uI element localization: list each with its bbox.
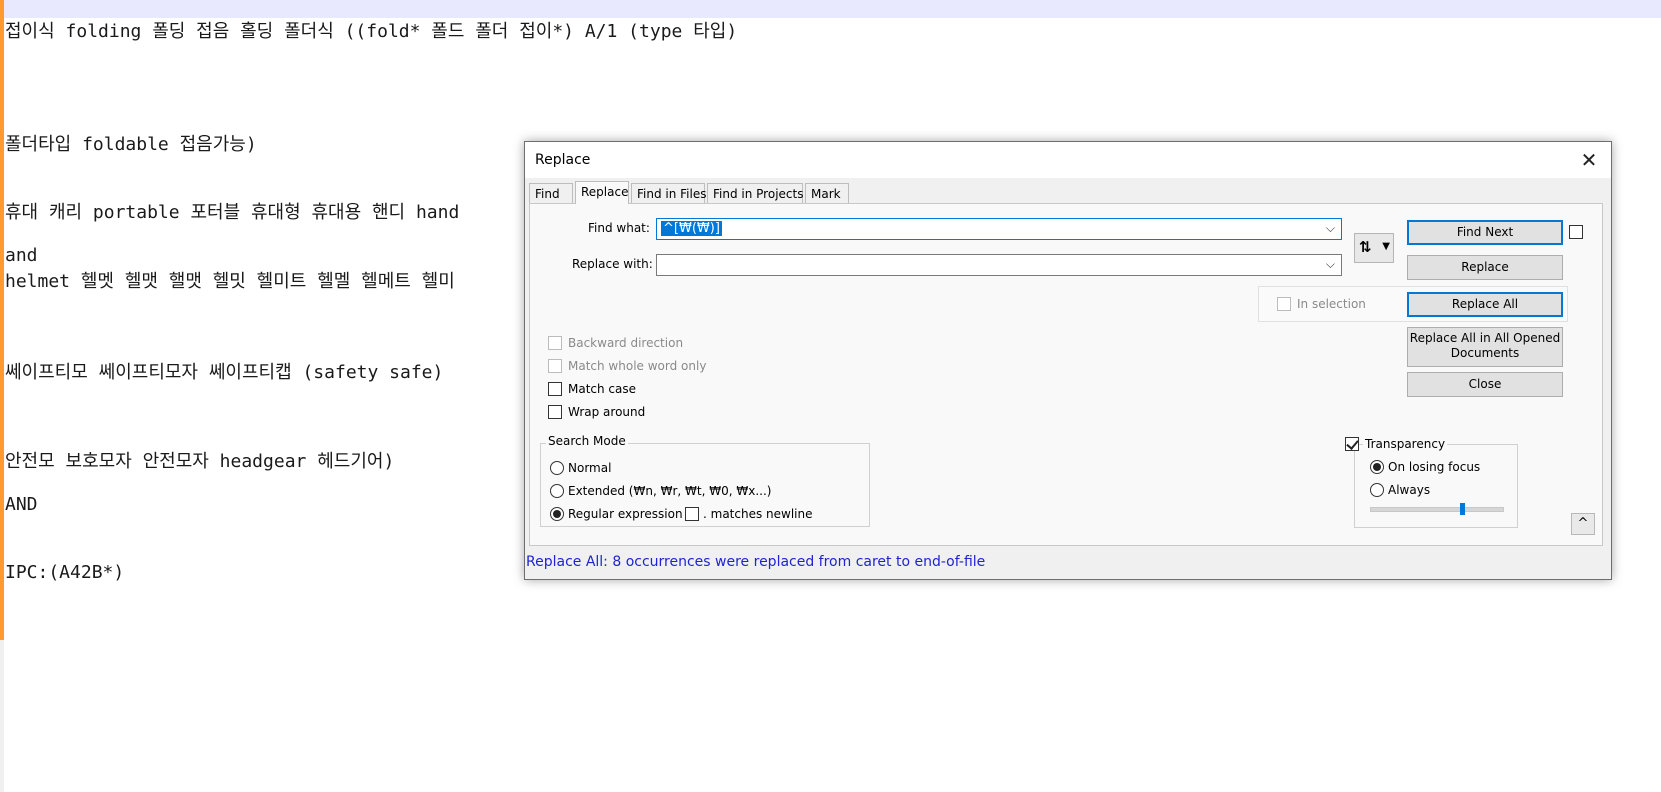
transparency-slider-thumb[interactable] (1460, 503, 1466, 515)
chevron-down-icon[interactable]: ⌵ (1326, 257, 1335, 272)
regex-label: Regular expression (568, 507, 683, 521)
editor-line[interactable]: 안전모 보호모자 안전모자 headgear 헤드기어) (5, 447, 394, 473)
margin-empty (0, 640, 4, 792)
dialog-title: Replace (535, 152, 591, 168)
extended-label: Extended (₩n, ₩r, ₩t, ₩0, ₩x...) (568, 484, 772, 498)
find-next-button[interactable]: Find Next (1407, 220, 1563, 245)
always-radio[interactable] (1370, 483, 1384, 497)
find-what-input[interactable]: ^[₩(₩)] ⌵ (656, 218, 1342, 240)
status-message: Replace All: 8 occurrences were replaced… (526, 554, 986, 570)
backward-direction-checkbox[interactable] (548, 336, 562, 350)
normal-radio[interactable] (550, 461, 564, 475)
match-whole-word-label: Match whole word only (568, 359, 707, 373)
match-whole-word-checkbox[interactable] (548, 359, 562, 373)
transparency-slider[interactable] (1370, 507, 1504, 512)
in-selection-checkbox[interactable] (1277, 297, 1291, 311)
editor-line[interactable]: IPC:(A42B*) (5, 562, 124, 583)
chevron-down-icon[interactable]: ⌵ (1326, 221, 1335, 236)
replace-button[interactable]: Replace (1407, 255, 1563, 280)
find-what-value: ^[₩(₩)] (661, 221, 722, 236)
find-what-label: Find what: (588, 221, 650, 235)
on-losing-focus-label: On losing focus (1388, 460, 1481, 474)
replace-all-opened-button[interactable]: Replace All in All Opened Documents (1407, 327, 1563, 367)
swap-find-replace-button[interactable]: ⇅ ▼ (1354, 233, 1394, 263)
editor-line[interactable]: helmet 헬멧 헬맷 핼맷 헬밋 헬미트 헬멜 헬메트 헬미 (5, 267, 455, 293)
change-history-margin (0, 0, 4, 640)
replace-dialog: Replace ✕ Find Replace Find in Files Fin… (524, 141, 1612, 580)
tab-find[interactable]: Find (529, 183, 573, 203)
dropdown-arrow-icon: ▼ (1382, 241, 1390, 252)
current-line-highlight (0, 0, 1661, 18)
editor-line[interactable]: 폴더타입 foldable 접음가능) (5, 130, 257, 156)
editor-line[interactable]: 쎄이프티모 쎄이프티모자 쎄이프티캡 (safety safe) (5, 358, 443, 384)
extended-radio[interactable] (550, 484, 564, 498)
replace-all-button[interactable]: Replace All (1407, 292, 1563, 317)
regex-radio[interactable] (550, 507, 564, 521)
replace-with-label: Replace with: (572, 257, 653, 271)
normal-label: Normal (568, 461, 612, 475)
in-selection-label: In selection (1297, 297, 1366, 311)
editor-line[interactable]: AND (5, 494, 38, 515)
transparency-checkbox[interactable] (1345, 437, 1359, 451)
on-losing-focus-radio[interactable] (1370, 460, 1384, 474)
replace-all-opened-line2: Documents (1450, 346, 1520, 360)
tab-mark[interactable]: Mark (805, 183, 849, 203)
transparency-label: Transparency (1363, 437, 1448, 451)
wrap-around-label: Wrap around (568, 405, 646, 419)
tab-replace[interactable]: Replace (575, 181, 629, 204)
dialog-titlebar[interactable]: Replace ✕ (525, 142, 1611, 178)
editor-line[interactable]: 휴대 캐리 portable 포터블 휴대형 휴대용 핸디 hand (5, 198, 459, 224)
close-button[interactable]: Close (1407, 372, 1563, 397)
match-case-checkbox[interactable] (548, 382, 562, 396)
replace-with-input[interactable]: ⌵ (656, 254, 1342, 276)
always-label: Always (1388, 483, 1431, 497)
editor-line[interactable]: 접이식 folding 폴딩 접음 홀딩 폴더식 ((fold* 폴드 폴더 접… (5, 17, 737, 43)
backward-direction-label: Backward direction (568, 336, 684, 350)
match-case-label: Match case (568, 382, 637, 396)
swap-icon: ⇅ (1359, 238, 1372, 256)
matches-newline-label: . matches newline (703, 507, 813, 521)
collapse-icon[interactable]: ^ (1571, 513, 1595, 535)
tab-find-in-projects[interactable]: Find in Projects (707, 183, 803, 203)
editor-line[interactable]: and (5, 245, 38, 266)
close-icon[interactable]: ✕ (1577, 148, 1601, 172)
find-next-option-checkbox[interactable] (1569, 225, 1583, 239)
replace-panel: Find what: ^[₩(₩)] ⌵ Replace with: ⌵ ⇅ ▼… (529, 203, 1603, 546)
tab-find-in-files[interactable]: Find in Files (631, 183, 707, 203)
replace-all-opened-line1: Replace All in All Opened (1409, 331, 1561, 345)
matches-newline-checkbox[interactable] (685, 507, 699, 521)
search-mode-title: Search Mode (546, 434, 628, 448)
wrap-around-checkbox[interactable] (548, 405, 562, 419)
